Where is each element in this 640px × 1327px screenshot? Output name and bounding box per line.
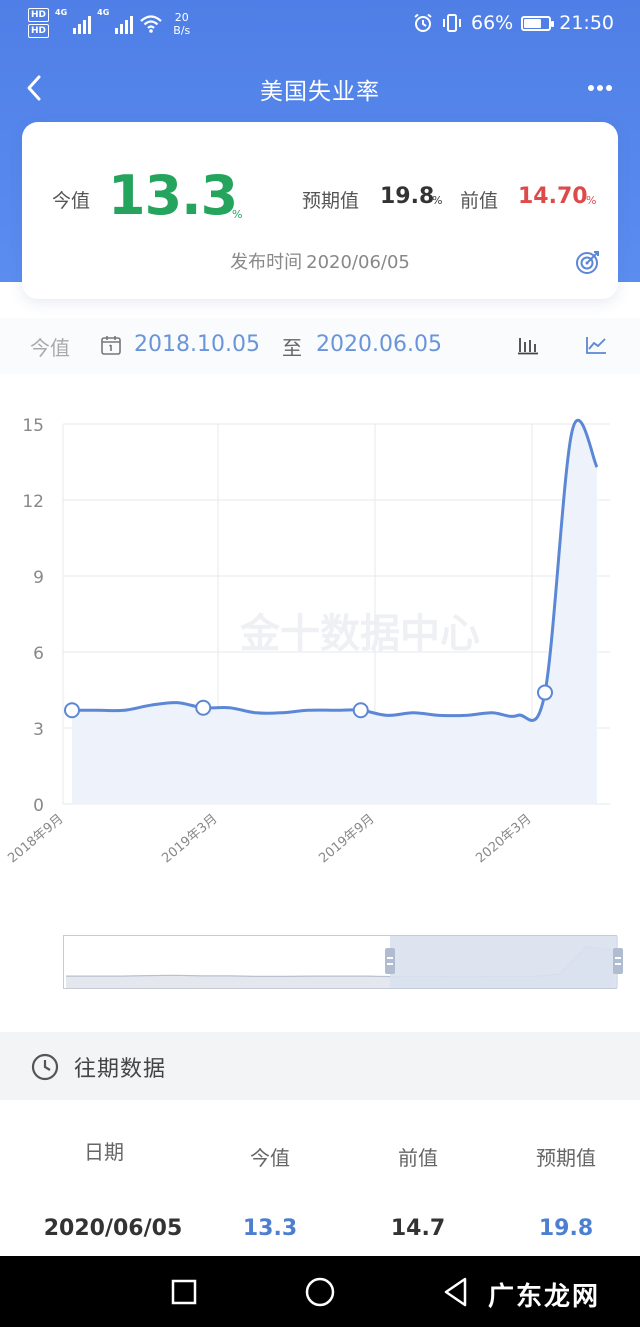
battery-percent: 66% (471, 12, 514, 34)
speed-unit: B/s (173, 24, 191, 37)
clock-icon (31, 1053, 59, 1081)
network-type-2: 4G (97, 8, 110, 17)
history-header: 往期数据 (0, 1032, 640, 1100)
signal-icon (73, 14, 92, 34)
unemployment-chart: 0 3 6 9 12 15 金十数据中心 2018年9月 2019年3月 2019年9月 2020年… (0, 392, 640, 912)
y-tick-label-4: 12 (22, 492, 44, 512)
brand-watermark: 广东龙网 (487, 1282, 600, 1312)
wifi-icon (140, 15, 163, 33)
status-bar: HD HD 4G 4G 20 B/s 66% 21:50 (0, 0, 640, 50)
previous-value: 14.70 (518, 184, 588, 209)
data-point-marker-3 (537, 684, 553, 701)
x-tick-label-2: 2019年9月 (316, 812, 377, 867)
system-back-icon[interactable] (438, 1274, 474, 1310)
bar-chart-icon[interactable] (516, 334, 540, 356)
publish-date: 2020/06/05 (306, 252, 410, 273)
clock-time: 21:50 (559, 12, 614, 34)
range-end-date[interactable]: 2020.06.05 (316, 332, 442, 357)
more-options-icon[interactable] (586, 76, 614, 100)
network-speed: 20 B/s (173, 11, 190, 37)
y-tick-label-2: 6 (33, 644, 44, 664)
hd-badge-2: HD (28, 24, 50, 38)
nav-bar: 美国失业率 (0, 62, 640, 114)
line-chart-icon[interactable] (584, 334, 608, 356)
range-kind-label[interactable]: 今值 (30, 332, 70, 361)
date-range-bar: 今值 2018.10.05 至 2020.06.05 (0, 318, 640, 374)
previous-label: 前值 (460, 190, 499, 212)
system-navigation-bar: 广东龙网 (0, 1256, 640, 1327)
range-to-label: 至 (282, 336, 302, 360)
current-label: 今值 (52, 190, 91, 212)
row-previous: 14.7 (390, 1216, 446, 1241)
column-header-current: 今值 (250, 1146, 290, 1170)
row-expected: 19.8 (538, 1216, 594, 1241)
y-tick-label-1: 3 (33, 720, 44, 740)
row-date: 2020/06/05 (43, 1216, 183, 1241)
data-point-marker-0 (64, 702, 80, 719)
vibrate-icon (443, 14, 461, 32)
y-tick-label-5: 15 (22, 416, 44, 436)
status-right: 66% 21:50 (413, 12, 614, 34)
y-tick-label-0: 0 (33, 796, 44, 816)
column-header-expected: 预期值 (536, 1146, 596, 1170)
column-header-previous: 前值 (398, 1146, 438, 1170)
publish-label: 发布时间 (230, 252, 303, 273)
zoom-handle-right[interactable] (613, 948, 623, 974)
column-header-date: 日期 (84, 1140, 124, 1164)
range-start-date[interactable]: 2018.10.05 (134, 332, 260, 357)
zoom-selection[interactable] (390, 936, 618, 988)
target-icon[interactable] (574, 248, 602, 276)
publish-time: 发布时间 2020/06/05 (22, 248, 618, 274)
alarm-icon (414, 13, 432, 32)
current-value: 13.3 (108, 164, 238, 227)
signal-icon-2 (115, 14, 134, 34)
y-tick-label-3: 9 (33, 568, 44, 588)
chart-watermark: 金十数据中心 (239, 611, 480, 657)
data-point-marker-2 (352, 702, 369, 719)
network-type-1: 4G (55, 8, 68, 17)
hd-indicator: HD HD (28, 8, 50, 40)
summary-card: 今值 13.3 % 预期值 19.8 % 前值 14.70 % 发布时间 2020… (22, 122, 618, 299)
x-tick-label-3: 2020年3月 (473, 812, 534, 867)
battery-icon (521, 15, 555, 31)
x-tick-label-0: 2018年9月 (5, 812, 66, 867)
zoom-handle-left[interactable] (385, 948, 395, 974)
recent-apps-icon[interactable] (166, 1274, 202, 1310)
calendar-icon[interactable] (100, 334, 122, 356)
data-point-marker-1 (195, 699, 212, 716)
page-title: 美国失业率 (260, 79, 380, 105)
history-title: 往期数据 (74, 1057, 167, 1082)
speed-value: 20 (174, 11, 189, 24)
row-current: 13.3 (242, 1216, 298, 1241)
expected-unit: % (432, 194, 443, 207)
current-unit: % (232, 208, 243, 221)
expected-value: 19.8 (380, 184, 435, 209)
expected-label: 预期值 (302, 190, 360, 212)
x-tick-label-1: 2019年3月 (159, 812, 220, 867)
hd-badge-1: HD (28, 8, 50, 22)
previous-unit: % (586, 194, 597, 207)
home-icon[interactable] (302, 1274, 338, 1310)
series-line (72, 418, 599, 722)
zoom-slider[interactable] (63, 935, 623, 989)
line-chart: 0 3 6 9 12 15 金十数据中心 2018年9月 2019年3月 2019年9月 2020年… (5, 416, 610, 867)
status-left: HD HD 4G 4G 20 B/s (28, 8, 190, 40)
